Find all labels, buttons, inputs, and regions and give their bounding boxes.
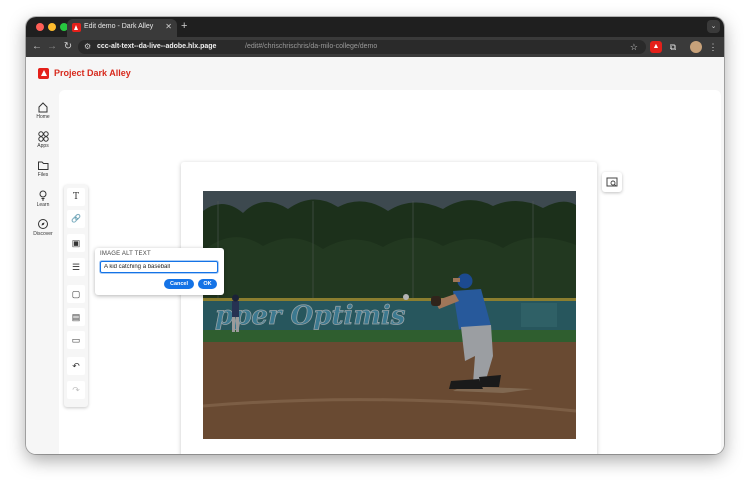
browser-window: Edit demo - Dark Alley ✕ + ⌄ ← → ↻ ⚙ ccc… <box>26 17 724 454</box>
ok-button[interactable]: OK <box>198 279 217 289</box>
lightbulb-icon <box>39 190 47 201</box>
image-alt-text-dialog: IMAGE ALT TEXT Cancel OK <box>95 248 224 295</box>
alt-text-label: IMAGE ALT TEXT <box>100 251 151 257</box>
tab-search-button[interactable]: ⌄ <box>707 20 720 33</box>
sidebar-label-learn: Learn <box>36 202 50 208</box>
minimize-window-button[interactable] <box>48 23 56 31</box>
redo-icon[interactable]: ↷ <box>67 381 85 399</box>
home-icon <box>38 102 48 113</box>
brand-name[interactable]: Project Dark Alley <box>54 68 131 78</box>
image-search-icon <box>606 177 618 187</box>
adobe-extension-icon[interactable]: ▲ <box>650 41 662 53</box>
sidebar-label-files: Files <box>37 172 49 178</box>
link-icon[interactable]: 🔗 <box>67 210 85 228</box>
insert-block-icon[interactable]: ▢ <box>67 285 85 303</box>
alt-text-input[interactable] <box>100 261 218 273</box>
adobe-logo-icon <box>38 68 49 79</box>
reload-button[interactable]: ↻ <box>61 40 75 54</box>
app-area: Project Dark Alley Home Apps Files Learn… <box>26 57 724 454</box>
sidebar-item-files[interactable]: Files <box>29 159 57 178</box>
section-break-icon[interactable]: ▭ <box>67 331 85 349</box>
sidebar-item-apps[interactable]: Apps <box>29 130 57 149</box>
site-settings-icon[interactable]: ⚙ <box>84 42 91 52</box>
sidebar-label-home: Home <box>36 114 50 120</box>
extensions-puzzle-icon[interactable]: ⧉ <box>667 41 679 53</box>
selection-overlay <box>203 191 576 439</box>
adobe-favicon-icon <box>72 23 81 32</box>
sidebar-item-learn[interactable]: Learn <box>29 189 57 208</box>
bookmark-star-icon[interactable]: ☆ <box>630 41 638 53</box>
sidebar-item-home[interactable]: Home <box>29 101 57 120</box>
image-edit-tool[interactable] <box>602 172 622 192</box>
address-bar[interactable]: ⚙ ccc-alt-text--da-live--adobe.hlx.page … <box>78 40 646 54</box>
editor-toolbar: T 🔗 ▣ ☰ ▢ ▤ ▭ ↶ ↷ <box>64 185 88 407</box>
tab-close-icon[interactable]: ✕ <box>165 22 172 32</box>
compass-icon <box>38 219 48 229</box>
sidebar-item-discover[interactable]: Discover <box>29 218 57 237</box>
sidebar-label-apps: Apps <box>37 143 49 149</box>
text-format-button[interactable]: T <box>67 188 85 206</box>
tab-title: Edit demo - Dark Alley <box>84 23 154 30</box>
back-button[interactable]: ← <box>30 40 44 54</box>
cancel-button[interactable]: Cancel <box>164 279 194 289</box>
tab-strip: Edit demo - Dark Alley ✕ + ⌄ <box>26 17 724 37</box>
insert-image-icon[interactable]: ▣ <box>67 234 85 252</box>
url-path: /edit#/chrischrischris/da-milo-college/d… <box>245 42 378 50</box>
new-tab-button[interactable]: + <box>181 20 187 32</box>
forward-button[interactable]: → <box>45 40 59 54</box>
browser-toolbar: ← → ↻ ⚙ ccc-alt-text--da-live--adobe.hlx… <box>26 37 724 57</box>
sidebar-label-discover: Discover <box>33 231 53 237</box>
profile-avatar[interactable] <box>690 41 702 53</box>
close-window-button[interactable] <box>36 23 44 31</box>
url-host: ccc-alt-text--da-live--adobe.hlx.page <box>97 42 217 50</box>
baseball-photo[interactable]: pper Optimis <box>203 191 576 439</box>
folder-icon <box>38 161 49 170</box>
list-icon[interactable]: ☰ <box>67 258 85 276</box>
browser-tab[interactable]: Edit demo - Dark Alley ✕ <box>67 19 177 37</box>
undo-icon[interactable]: ↶ <box>67 357 85 375</box>
apps-icon <box>38 131 49 142</box>
insert-table-icon[interactable]: ▤ <box>67 308 85 326</box>
browser-menu-icon[interactable]: ⋮ <box>707 41 719 53</box>
